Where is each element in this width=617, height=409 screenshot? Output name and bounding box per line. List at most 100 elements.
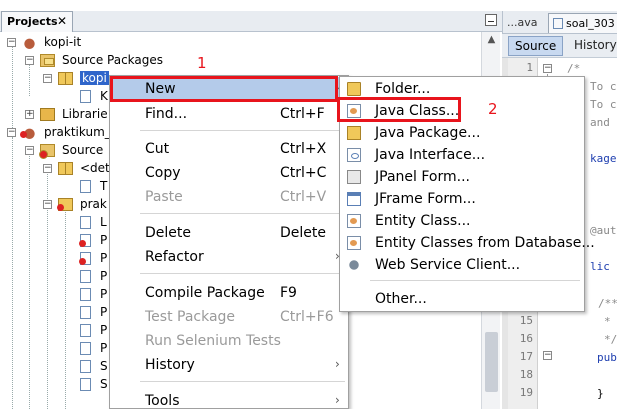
menu-item-refactor[interactable]: Refactor ›: [110, 245, 348, 269]
menu-label: Folder...: [375, 81, 431, 97]
tree-item-kopi-it[interactable]: − kopi-it: [0, 34, 200, 52]
collapse-icon[interactable]: −: [7, 128, 16, 137]
menu-item-entity-class[interactable]: Entity Class...: [340, 210, 584, 232]
tab-projects[interactable]: Projects ✕: [1, 11, 73, 32]
tree-label: Source Packages: [62, 53, 164, 67]
tab-label: ...ava: [507, 16, 538, 29]
menu-item-find[interactable]: Find... Ctrl+F: [110, 102, 348, 126]
menu-item-test-package[interactable]: Test Package Ctrl+F6: [110, 305, 348, 329]
context-menu: New › Find... Ctrl+F Cut Ctrl+X Copy Ctr…: [109, 75, 349, 409]
editor-tabbar: ...ava soal_303: [502, 11, 617, 34]
tree-label: <det: [80, 161, 110, 175]
source-button[interactable]: Source: [508, 36, 564, 56]
menu-item-run-selenium-tests[interactable]: Run Selenium Tests: [110, 329, 348, 353]
menu-label: Copy: [145, 165, 181, 181]
chevron-right-icon: ›: [335, 357, 340, 371]
menu-item-web-service-client[interactable]: Web Service Client...: [340, 254, 584, 276]
collapse-icon[interactable]: −: [43, 74, 52, 83]
java-file-icon: [553, 18, 563, 29]
menu-label: Entity Class...: [375, 213, 471, 229]
minimize-icon[interactable]: [485, 14, 497, 26]
editor-toolbar: Source History: [502, 34, 617, 58]
tree-label: P: [100, 269, 108, 283]
menu-shortcut: Ctrl+V: [280, 189, 327, 205]
java-file-error-icon: [79, 252, 91, 265]
menu-item-jpanel-form[interactable]: JPanel Form...: [340, 166, 584, 188]
menu-shortcut: F9: [280, 285, 297, 301]
library-icon: [40, 108, 55, 121]
menu-item-copy[interactable]: Copy Ctrl+C: [110, 161, 348, 185]
java-file-error-icon: [79, 234, 91, 247]
menu-label: History: [145, 357, 195, 373]
tree-label: K: [100, 89, 108, 103]
java-file-icon: [80, 360, 91, 373]
tree-label: T: [100, 179, 108, 193]
code-line: kage: [590, 152, 617, 165]
menu-label: Java Package...: [375, 125, 481, 141]
tree-label: prak: [80, 197, 107, 211]
menu-label: Web Service Client...: [375, 257, 521, 273]
fold-icon[interactable]: −: [543, 64, 552, 73]
java-file-icon: [80, 324, 91, 337]
menu-item-delete[interactable]: Delete Delete: [110, 221, 348, 245]
menu-separator: [140, 381, 345, 382]
menu-item-compile-package[interactable]: Compile Package F9: [110, 281, 348, 305]
expand-icon[interactable]: +: [25, 110, 34, 119]
java-file-icon: [80, 180, 91, 193]
line-number: 19: [519, 386, 533, 399]
tab-editor-2[interactable]: soal_303: [548, 13, 617, 33]
tree-label: P: [100, 287, 108, 301]
scrollbar-thumb[interactable]: [485, 332, 498, 392]
menu-item-cut[interactable]: Cut Ctrl+X: [110, 137, 348, 161]
menu-item-other[interactable]: Other...: [340, 288, 584, 310]
menu-label: Find...: [145, 106, 188, 122]
entity-database-icon: [347, 236, 361, 250]
collapse-icon[interactable]: −: [25, 146, 34, 155]
package-icon: [58, 72, 73, 85]
menu-item-history[interactable]: History ›: [110, 353, 348, 377]
tree-label: P: [100, 233, 108, 247]
code-line: lic: [590, 260, 610, 273]
menu-shortcut: Ctrl+F6: [280, 309, 334, 325]
code-line: /*: [567, 62, 581, 75]
java-file-icon: [80, 288, 91, 301]
menu-item-jframe-form[interactable]: JFrame Form...: [340, 188, 584, 210]
collapse-icon[interactable]: −: [7, 38, 16, 47]
menu-shortcut: Ctrl+F: [280, 106, 325, 122]
menu-item-entity-classes-from-database[interactable]: Entity Classes from Database...: [340, 232, 595, 254]
tab-label: soal_303: [566, 17, 615, 30]
menu-label: Cut: [145, 141, 170, 157]
scroll-up-icon[interactable]: ▲: [482, 34, 501, 48]
collapse-icon[interactable]: −: [43, 164, 52, 173]
fold-icon[interactable]: −: [543, 351, 552, 360]
menu-item-java-package[interactable]: Java Package...: [340, 122, 584, 144]
tree-label: P: [100, 341, 108, 355]
jpanel-form-icon: [347, 170, 361, 184]
menu-label: JFrame Form...: [375, 191, 476, 207]
java-file-icon: [80, 216, 91, 229]
menu-label: Delete: [145, 225, 191, 241]
close-icon[interactable]: ✕: [57, 14, 67, 28]
code-line: To c: [590, 80, 617, 93]
history-button[interactable]: History: [568, 36, 617, 56]
java-file-icon: [80, 306, 91, 319]
java-file-icon: [80, 270, 91, 283]
line-number: 1: [526, 61, 533, 74]
collapse-icon[interactable]: −: [43, 200, 52, 209]
code-line: To c: [590, 98, 617, 111]
tree-label: Source: [62, 143, 104, 157]
line-number: 17: [519, 350, 533, 363]
tree-label: P: [100, 251, 108, 265]
tab-editor-1[interactable]: ...ava: [503, 13, 547, 33]
tree-item-source-packages[interactable]: − Source Packages: [0, 52, 200, 70]
menu-label: Java Interface...: [375, 147, 486, 163]
menu-item-tools[interactable]: Tools ›: [110, 389, 348, 409]
menu-item-paste[interactable]: Paste Ctrl+V: [110, 185, 348, 209]
menu-item-java-interface[interactable]: Java Interface...: [340, 144, 584, 166]
collapse-icon[interactable]: −: [25, 56, 34, 65]
line-number: 18: [519, 368, 533, 381]
tree-label: S: [100, 359, 108, 373]
folder-icon: [347, 82, 361, 96]
code-line: *: [604, 315, 611, 328]
line-number: 16: [519, 332, 533, 345]
